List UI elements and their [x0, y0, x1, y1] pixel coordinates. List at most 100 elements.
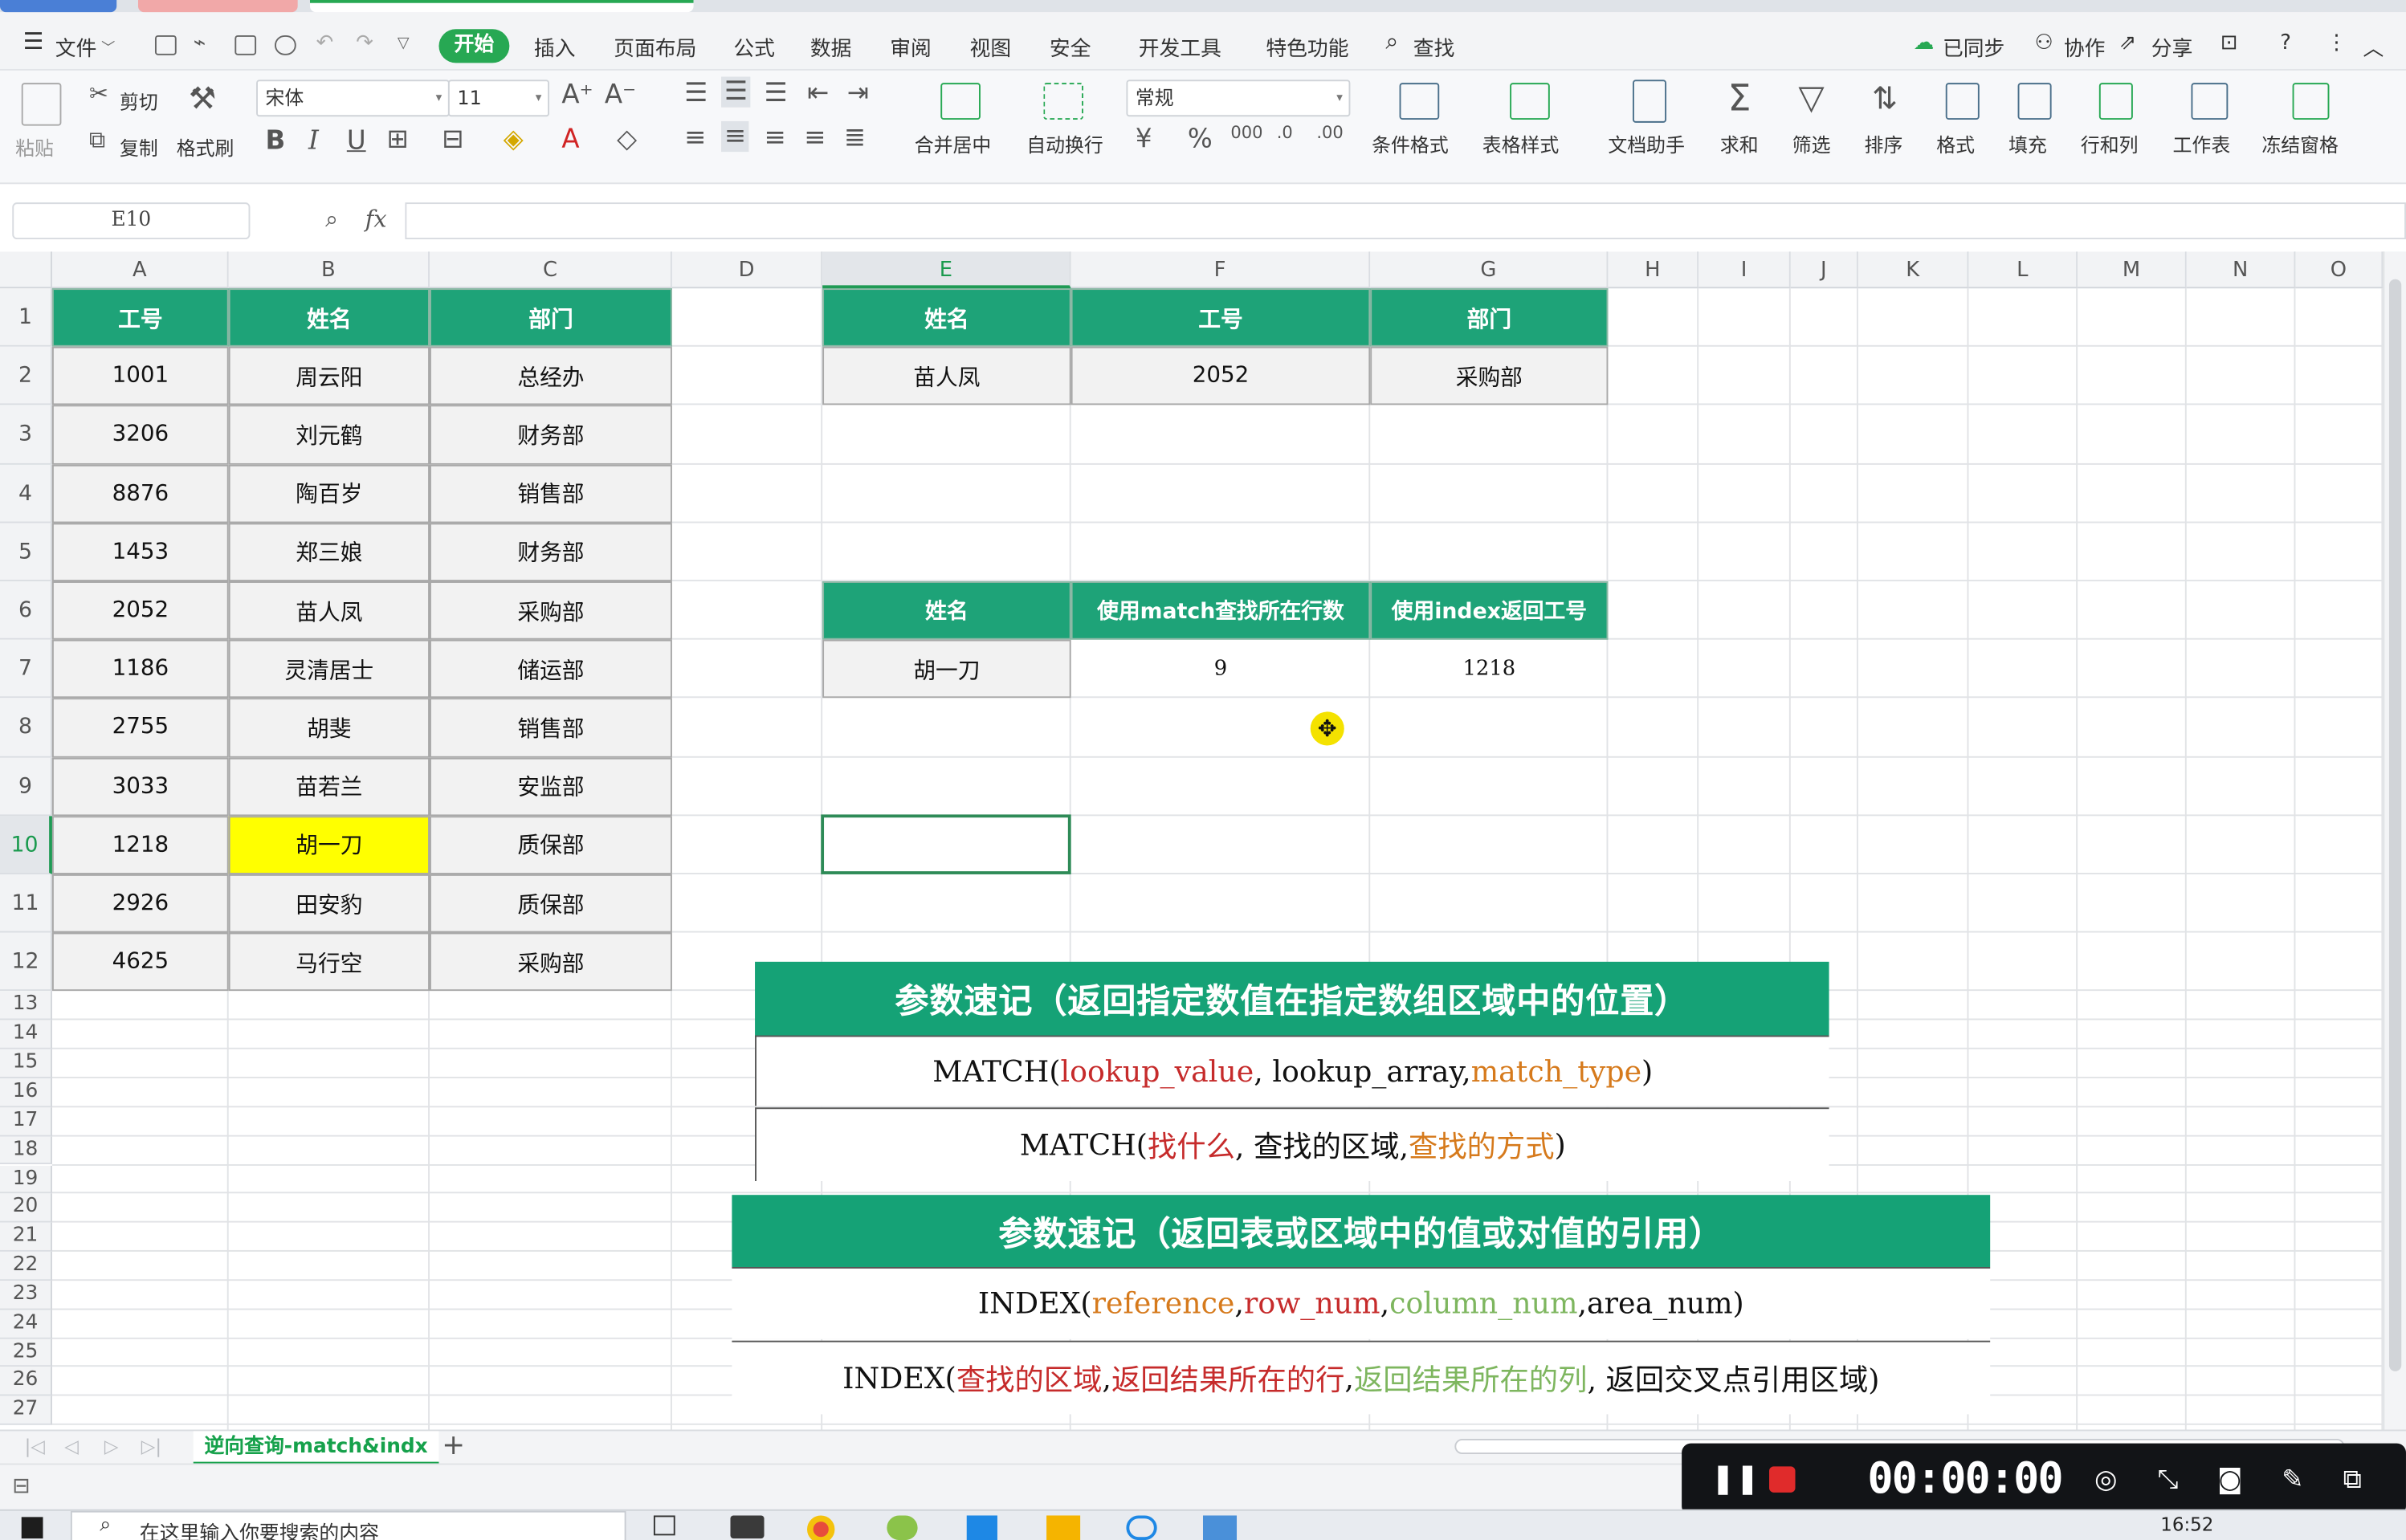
copy-button[interactable]: 复制: [120, 132, 158, 161]
format-button[interactable]: 格式: [1936, 128, 1975, 157]
row-header-5[interactable]: 5: [0, 523, 52, 582]
align-bottom-icon[interactable]: ☰: [765, 78, 788, 108]
menu-insert[interactable]: 插入: [534, 31, 576, 62]
taskbar-blue-app-icon[interactable]: [966, 1515, 997, 1540]
column-header-i[interactable]: I: [1698, 251, 1791, 289]
sort-button[interactable]: 排序: [1865, 128, 1903, 157]
collapse-icon[interactable]: ⤡: [2157, 1465, 2178, 1495]
auto-wrap-button[interactable]: 自动换行: [1026, 128, 1103, 157]
formula-input[interactable]: [405, 202, 2406, 240]
fx-icon[interactable]: fx: [365, 206, 387, 233]
menu-formula[interactable]: 公式: [733, 31, 775, 62]
quick-access-more-icon[interactable]: ▽: [398, 35, 410, 52]
main-table-cell[interactable]: 灵清居士: [228, 639, 430, 699]
clear-icon[interactable]: ◇: [617, 124, 637, 155]
menu-page-layout[interactable]: 页面布局: [614, 31, 696, 62]
number-format-select[interactable]: 常规 ▾: [1126, 79, 1351, 117]
lookup2-index-result[interactable]: 1218: [1370, 640, 1608, 699]
task-view-icon[interactable]: [653, 1515, 675, 1536]
row-header-17[interactable]: 17: [0, 1106, 52, 1136]
lookup1-cell[interactable]: 2052: [1070, 347, 1371, 406]
redo-icon[interactable]: ↷: [356, 31, 373, 55]
column-header-k[interactable]: K: [1858, 251, 1969, 289]
main-table-cell[interactable]: 销售部: [429, 698, 672, 757]
main-table-cell[interactable]: 1453: [51, 523, 229, 582]
column-header-a[interactable]: A: [51, 251, 229, 289]
conditional-format-button[interactable]: 条件格式: [1372, 128, 1449, 157]
main-table-cell[interactable]: 郑三娘: [228, 523, 430, 582]
main-table-cell[interactable]: 安监部: [429, 756, 672, 816]
lookup1-header[interactable]: 姓名: [822, 288, 1071, 348]
column-header-b[interactable]: B: [228, 251, 430, 289]
window-icon[interactable]: ⧉: [2343, 1465, 2362, 1495]
row-header-24[interactable]: 24: [0, 1310, 52, 1339]
bold-icon[interactable]: B: [266, 126, 286, 157]
row-header-23[interactable]: 23: [0, 1280, 52, 1310]
select-all-corner[interactable]: [0, 251, 52, 289]
help-icon[interactable]: ?: [2280, 31, 2291, 55]
worksheet-button[interactable]: 工作表: [2173, 128, 2231, 157]
status-layout-icon[interactable]: ⊟: [12, 1474, 30, 1499]
column-header-g[interactable]: G: [1370, 251, 1609, 289]
row-header-21[interactable]: 21: [0, 1222, 52, 1252]
doc-helper-button[interactable]: 文档助手: [1608, 128, 1685, 157]
freeze-panes-button[interactable]: 冻结窗格: [2261, 128, 2339, 157]
column-header-n[interactable]: N: [2186, 251, 2296, 289]
main-table-cell[interactable]: 2052: [51, 581, 229, 640]
wechat-icon[interactable]: [887, 1515, 918, 1540]
row-header-11[interactable]: 11: [0, 874, 52, 933]
main-table-cell[interactable]: 1186: [51, 639, 229, 699]
collab-button[interactable]: 协作: [2064, 31, 2106, 62]
next-sheet-icon[interactable]: ▷: [104, 1436, 119, 1457]
align-center-icon[interactable]: ≡: [721, 120, 749, 153]
menu-review[interactable]: 审阅: [890, 31, 932, 62]
window-tab-home[interactable]: [0, 0, 117, 13]
column-header-d[interactable]: D: [671, 251, 823, 289]
taskbar-app2-icon[interactable]: [1202, 1515, 1238, 1540]
increase-font-icon[interactable]: A⁺: [561, 79, 593, 110]
taskbar-app-icon[interactable]: [730, 1515, 765, 1539]
main-table-cell[interactable]: 田安豹: [228, 874, 430, 933]
main-table-cell[interactable]: 财务部: [429, 523, 672, 582]
column-header-m[interactable]: M: [2078, 251, 2187, 289]
zoom-icon[interactable]: ⌕: [325, 206, 338, 233]
row-header-3[interactable]: 3: [0, 405, 52, 465]
column-header-h[interactable]: H: [1608, 251, 1699, 289]
taskbar-clock[interactable]: 16:52: [2160, 1514, 2213, 1536]
main-table-cell[interactable]: 3033: [51, 756, 229, 816]
lookup2-match-result[interactable]: 9: [1071, 640, 1371, 699]
row-header-22[interactable]: 22: [0, 1251, 52, 1281]
thousands-icon[interactable]: 000: [1230, 123, 1262, 143]
edge-icon[interactable]: [1126, 1515, 1157, 1540]
menu-start-tab[interactable]: 开始: [438, 29, 510, 63]
table-style-button[interactable]: 表格样式: [1482, 128, 1560, 157]
main-table-header[interactable]: 姓名: [228, 288, 430, 348]
last-sheet-icon[interactable]: ▷|: [141, 1436, 161, 1457]
name-box[interactable]: E10: [12, 202, 251, 240]
format-painter-button[interactable]: 格式刷: [177, 132, 234, 161]
lookup2-header[interactable]: 姓名: [822, 581, 1071, 640]
collapse-ribbon-icon[interactable]: ︿: [2363, 31, 2384, 62]
row-header-9[interactable]: 9: [0, 756, 52, 816]
column-header-c[interactable]: C: [429, 251, 672, 289]
pause-icon[interactable]: ❚❚: [1711, 1462, 1760, 1496]
indent-decrease-icon[interactable]: ⇤: [807, 78, 829, 108]
windows-start-icon[interactable]: [21, 1517, 43, 1539]
selected-cell-e10[interactable]: [821, 814, 1071, 874]
pen-icon[interactable]: ✎: [2282, 1465, 2303, 1495]
lookup1-header[interactable]: 部门: [1370, 288, 1609, 348]
first-sheet-icon[interactable]: |◁: [25, 1436, 45, 1457]
sheet-grid[interactable]: A B C D E F G H I J K L M N O 1 2 3 4 5 6 7 8 9 10 11 12 13 14 15 16 17…: [0, 251, 2384, 1430]
row-header-20[interactable]: 20: [0, 1193, 52, 1223]
column-header-f[interactable]: F: [1070, 251, 1371, 289]
main-table-header[interactable]: 工号: [51, 288, 229, 348]
print-icon[interactable]: [234, 35, 257, 55]
currency-icon[interactable]: ¥: [1136, 124, 1152, 155]
folder-icon[interactable]: [1046, 1515, 1081, 1540]
cut-button[interactable]: 剪切: [120, 86, 158, 115]
column-header-j[interactable]: J: [1790, 251, 1858, 289]
align-middle-icon[interactable]: ☰: [721, 76, 751, 108]
prev-sheet-icon[interactable]: ◁: [64, 1436, 79, 1457]
row-header-12[interactable]: 12: [0, 932, 52, 992]
share-doc-icon[interactable]: ⌁: [194, 31, 206, 55]
